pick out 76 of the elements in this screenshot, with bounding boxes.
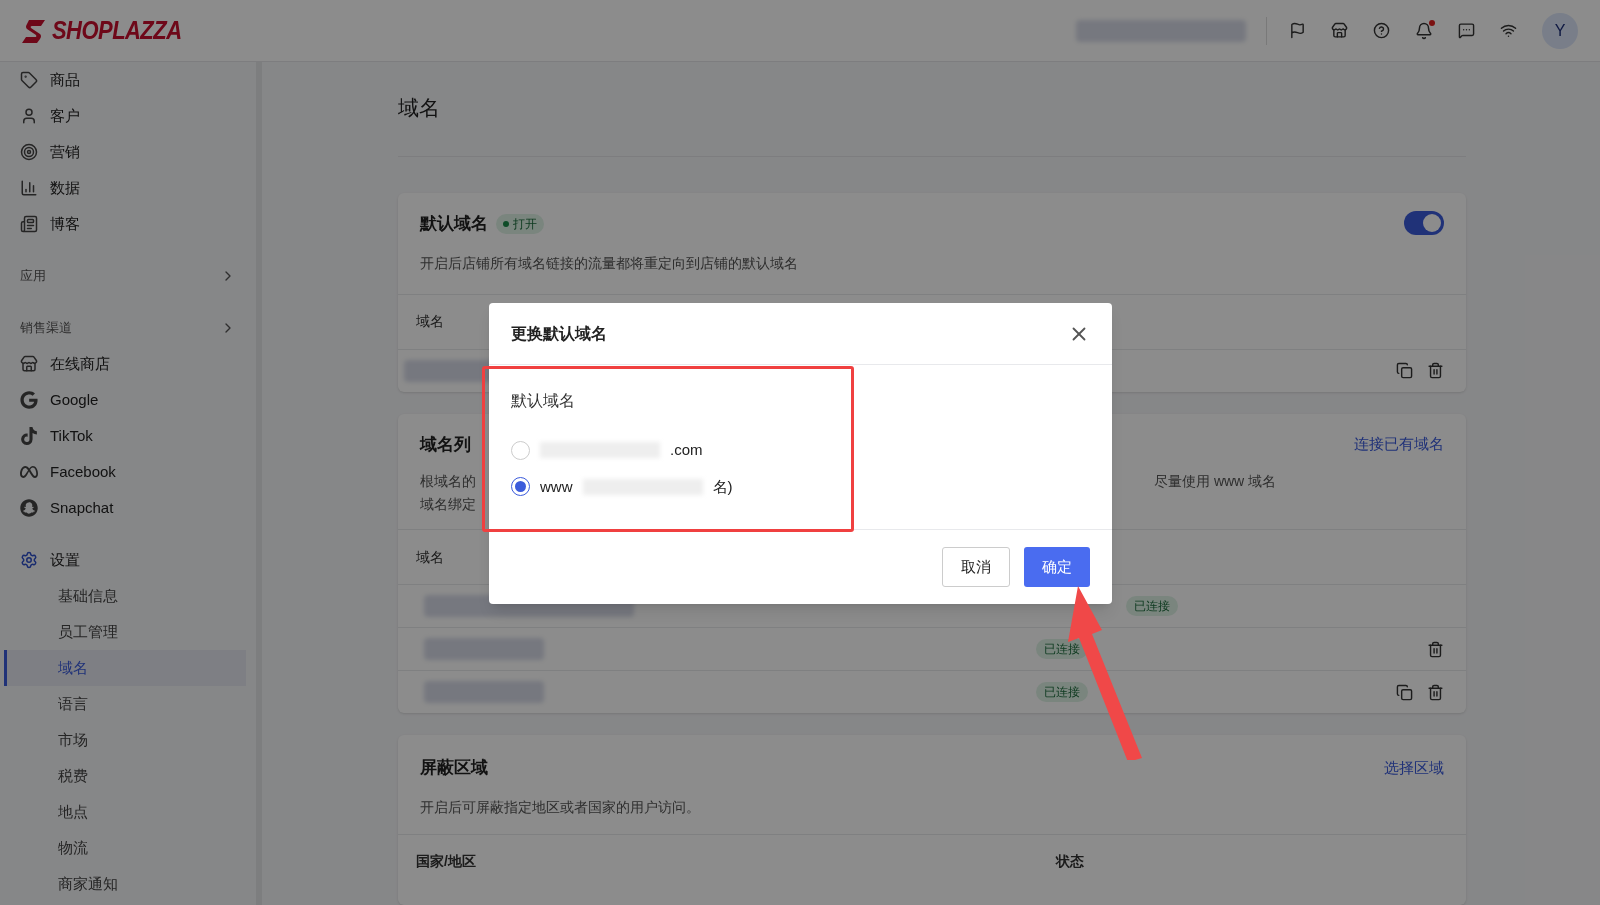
logo-icon xyxy=(22,17,46,44)
select-region-link[interactable]: 选择区域 xyxy=(1384,756,1444,779)
sidebar-subitem[interactable]: 员工管理 xyxy=(4,614,246,650)
sidebar-item-icon xyxy=(20,499,38,517)
sidebar-item-icon xyxy=(20,215,38,233)
domain-text: 名) xyxy=(712,476,733,497)
sidebar-item[interactable]: 数据 xyxy=(20,170,236,206)
card-title: 域名列 xyxy=(420,433,471,456)
status-badge: 已连接 xyxy=(1126,596,1178,616)
avatar[interactable]: Y xyxy=(1542,12,1578,49)
sidebar-item[interactable]: 在线商店 xyxy=(20,346,236,382)
sidebar-item[interactable]: 商品 xyxy=(20,62,236,98)
sidebar-item-icon xyxy=(20,107,38,125)
radio-option[interactable]: .com xyxy=(511,439,1090,462)
sidebar-item[interactable]: Snapchat xyxy=(20,490,236,526)
logo-text[interactable]: SHOPLAZZA xyxy=(52,11,182,50)
chat-icon[interactable] xyxy=(1458,22,1475,39)
copy-icon[interactable] xyxy=(1396,362,1413,379)
column-header: 状态 xyxy=(1056,852,1084,871)
sidebar-item-icon xyxy=(20,179,38,197)
sidebar-item[interactable]: Facebook xyxy=(20,454,236,490)
sidebar-item-icon xyxy=(20,391,38,409)
sidebar-item[interactable]: 设置 xyxy=(20,542,236,578)
status-badge: 打开 xyxy=(496,213,544,234)
sidebar-item-icon xyxy=(20,427,38,445)
column-header: 国家/地区 xyxy=(416,852,477,871)
sidebar-subitem[interactable]: 市场 xyxy=(4,722,246,758)
trash-icon[interactable] xyxy=(1427,362,1444,379)
copy-icon[interactable] xyxy=(1396,683,1413,701)
sidebar-item[interactable]: TikTok xyxy=(20,418,236,454)
sidebar-item[interactable]: 营销 xyxy=(20,134,236,170)
sidebar-subitem[interactable]: 物流 xyxy=(4,830,246,866)
connect-domain-link[interactable]: 连接已有域名 xyxy=(1354,433,1444,456)
cancel-button[interactable]: 取消 xyxy=(942,547,1010,587)
domain-text: .com xyxy=(670,440,703,460)
card-description: 根域名的 xyxy=(420,472,476,491)
sidebar-subitem[interactable]: 域名 xyxy=(4,650,246,686)
sidebar-subitem[interactable]: 语言 xyxy=(4,686,246,722)
status-badge: 已连接 xyxy=(1036,682,1088,702)
sidebar-subitem[interactable]: 地点 xyxy=(4,794,246,830)
sidebar-item[interactable]: Google xyxy=(20,382,236,418)
trash-icon[interactable] xyxy=(1427,640,1444,658)
trash-icon[interactable] xyxy=(1427,683,1444,701)
column-header: 域名 xyxy=(416,312,444,331)
card-description: 开启后店铺所有域名链接的流量都将重定向到店铺的默认域名 xyxy=(420,253,799,273)
sidebar-subitem[interactable]: 税费 xyxy=(4,758,246,794)
toggle-switch[interactable] xyxy=(1404,211,1444,235)
sidebar-item-icon xyxy=(20,143,38,161)
store-icon[interactable] xyxy=(1331,22,1348,39)
card-title: 屏蔽区域 xyxy=(420,757,488,779)
sidebar-subitem[interactable]: 基础信息 xyxy=(4,578,246,614)
confirm-button[interactable]: 确定 xyxy=(1024,547,1090,587)
column-header: 域名 xyxy=(416,547,444,567)
card-description: 尽量使用 www 域名 xyxy=(1154,472,1277,491)
sidebar-item-icon xyxy=(20,463,38,481)
sidebar-item-icon xyxy=(20,355,38,373)
help-icon[interactable] xyxy=(1373,22,1390,39)
field-label: 默认域名 xyxy=(511,391,575,411)
card-description: 域名绑定 xyxy=(420,496,476,512)
notifications-icon[interactable] xyxy=(1415,21,1433,40)
page-title: 域名 xyxy=(398,95,441,121)
dialog-title: 更换默认域名 xyxy=(511,323,607,344)
sidebar-subitem[interactable]: 商家通知 xyxy=(4,866,246,902)
section-header[interactable]: 应用 xyxy=(20,258,236,294)
sidebar-item[interactable]: 博客 xyxy=(20,206,236,242)
card-title: 默认域名 xyxy=(420,213,488,235)
section-header[interactable]: 销售渠道 xyxy=(20,310,236,346)
sidebar-item-icon xyxy=(20,71,38,89)
wifi-icon[interactable] xyxy=(1500,22,1517,39)
card-description: 开启后可屏蔽指定地区或者国家的用户访问。 xyxy=(420,797,701,817)
settings-icon xyxy=(20,551,38,569)
flag-icon[interactable] xyxy=(1289,22,1306,39)
radio-option[interactable]: www 名) xyxy=(511,475,1090,498)
domain-text: www xyxy=(540,476,573,497)
status-badge: 已连接 xyxy=(1036,639,1088,659)
sidebar-item[interactable]: 客户 xyxy=(20,98,236,134)
